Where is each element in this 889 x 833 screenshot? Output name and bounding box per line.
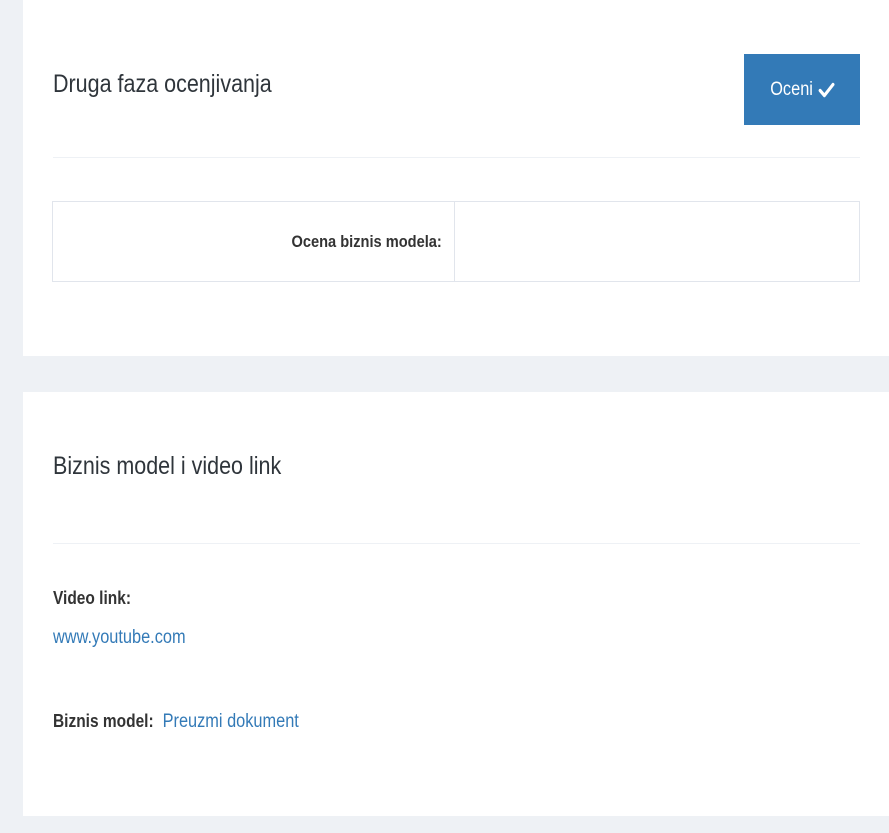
grading-panel-title: Druga faza ocenjivanja bbox=[53, 70, 272, 98]
page: Druga faza ocenjivanja Oceni Ocena bizni… bbox=[0, 0, 889, 833]
business-panel-divider bbox=[53, 543, 860, 544]
rate-button-label: Oceni bbox=[769, 78, 813, 100]
grade-table: Ocena biznis modela: bbox=[52, 201, 860, 282]
rate-button-content: Oceni bbox=[770, 79, 834, 101]
video-link-url[interactable]: www.youtube.com bbox=[53, 627, 186, 648]
business-panel-title: Biznis model i video link bbox=[53, 452, 282, 480]
business-model-grade-value bbox=[455, 202, 859, 281]
video-link-row: Video link: bbox=[53, 588, 131, 609]
download-document-link[interactable]: Preuzmi dokument bbox=[163, 711, 299, 732]
business-model-grade-label: Ocena biznis modela: bbox=[291, 231, 442, 251]
check-icon bbox=[818, 82, 834, 98]
video-link-label: Video link: bbox=[53, 588, 131, 608]
video-link-url-row: www.youtube.com bbox=[53, 627, 186, 649]
grade-table-label-cell: Ocena biznis modela: bbox=[53, 202, 455, 281]
rate-button[interactable]: Oceni bbox=[744, 54, 860, 125]
business-model-row: Biznis model: Preuzmi dokument bbox=[53, 711, 299, 733]
grading-panel-divider bbox=[53, 157, 860, 158]
business-model-label: Biznis model: bbox=[53, 711, 154, 731]
